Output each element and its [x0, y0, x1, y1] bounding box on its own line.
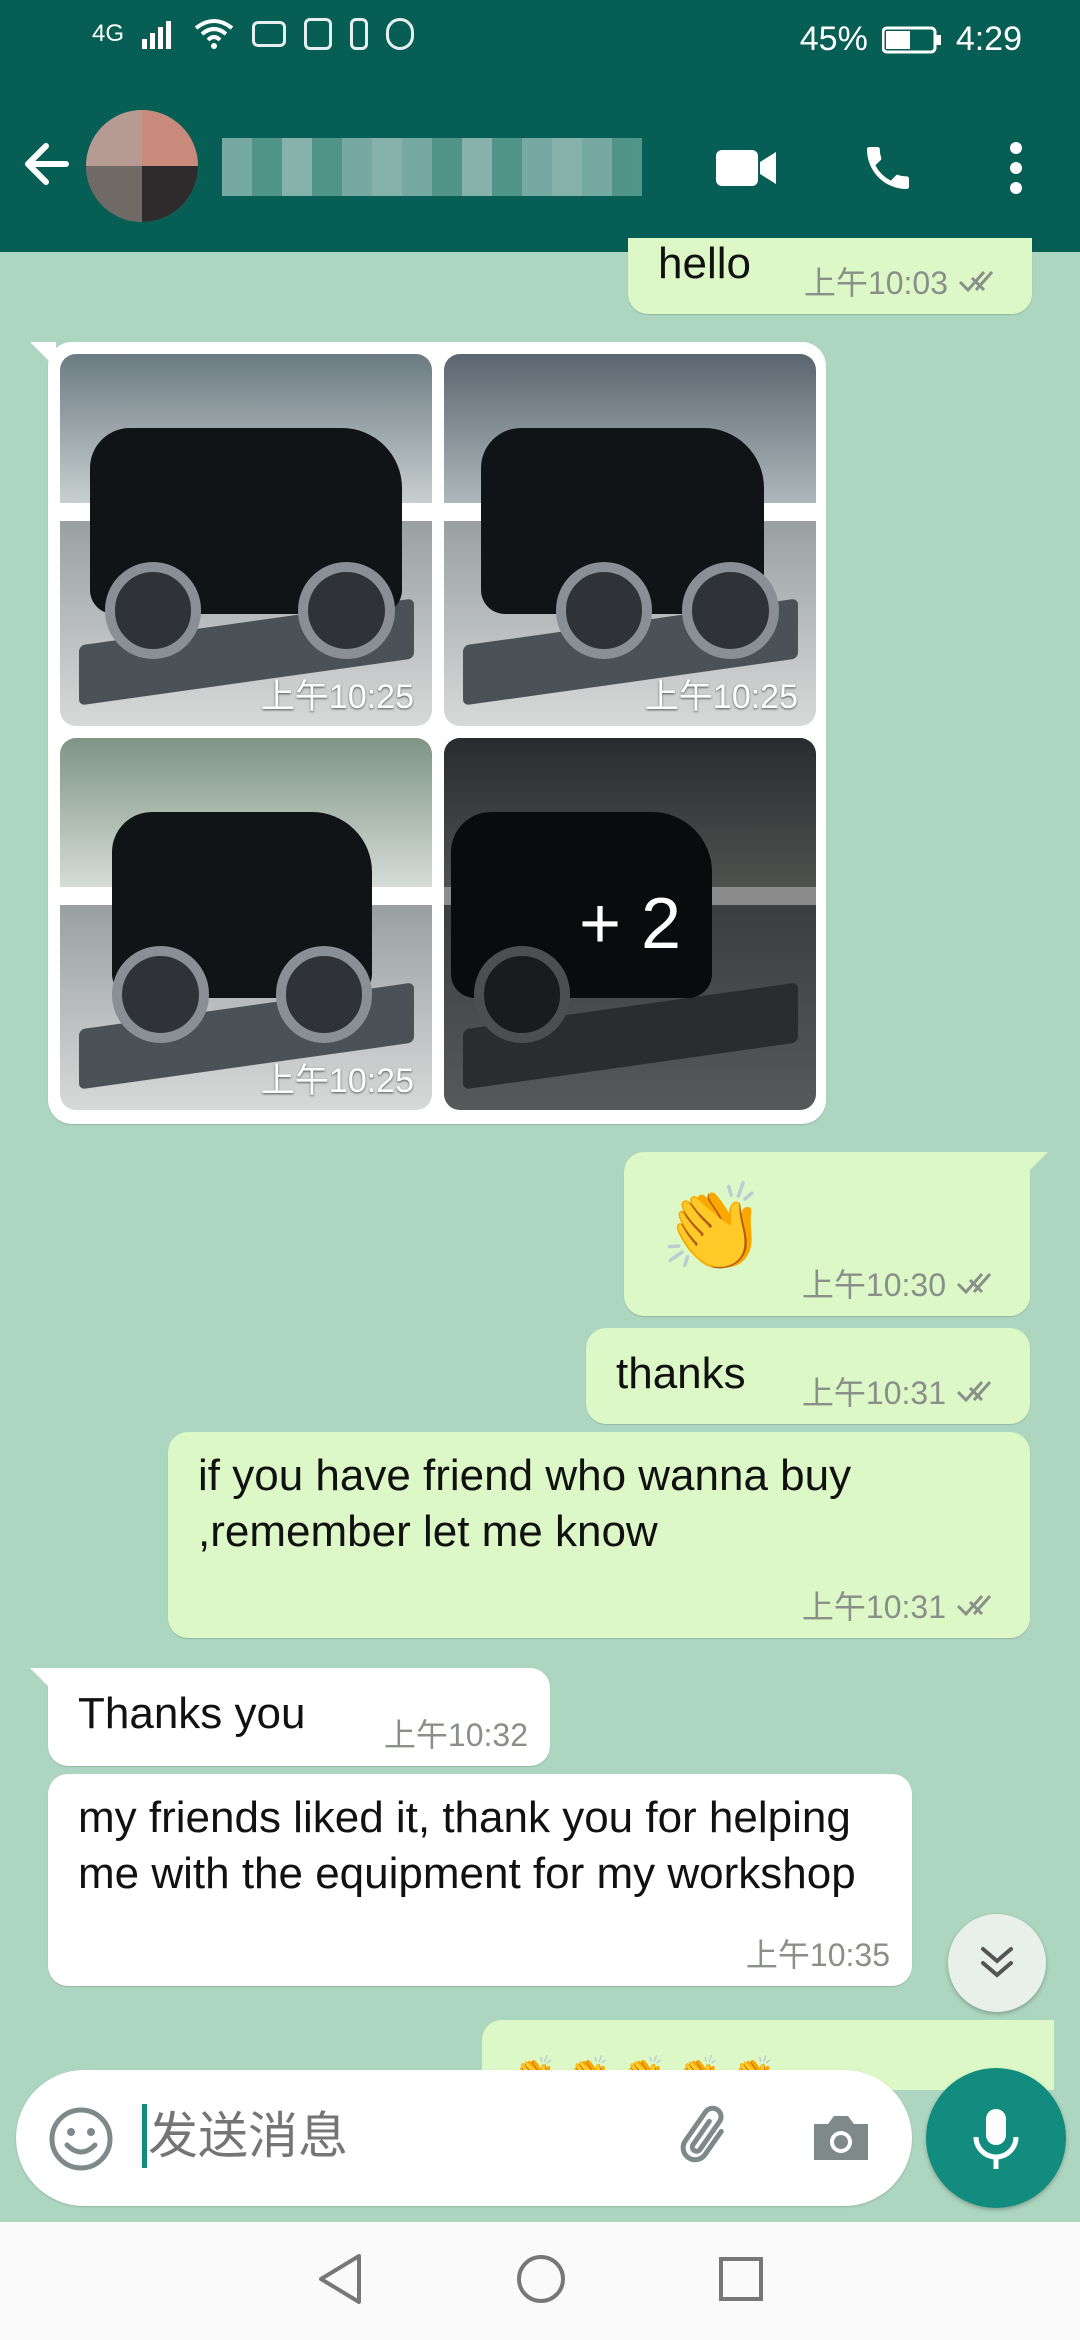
battery-icon [881, 26, 941, 53]
app-notify-icon [304, 18, 333, 50]
photo-time: 上午10:25 [260, 1062, 414, 1100]
message-outgoing[interactable]: hello 上午10:03 [628, 238, 1032, 314]
message-meta: 上午10:35 [746, 1930, 890, 1976]
phone-icon [867, 147, 909, 189]
voice-message-button[interactable] [926, 2068, 1066, 2208]
contact-name-pixelated[interactable] [222, 138, 642, 196]
screen-icon [252, 21, 287, 47]
voice-call-button[interactable] [848, 128, 928, 208]
photo-time: 上午10:25 [260, 678, 414, 716]
camera-button[interactable] [804, 2100, 878, 2174]
message-meta: 上午10:03 [804, 258, 1010, 304]
back-button[interactable] [18, 134, 78, 194]
read-receipt-icon [956, 1273, 992, 1295]
attach-button[interactable] [670, 2100, 744, 2174]
clock: 4:29 [955, 20, 1022, 58]
message-meta: 上午10:31 [802, 1582, 1008, 1628]
photo-thumbnail[interactable]: 上午10:25 [444, 354, 816, 726]
emoji-icon [49, 2107, 113, 2171]
photo-thumbnail[interactable]: 上午10:25 [60, 738, 432, 1110]
battery-percent: 45% [799, 20, 868, 58]
photo-thumbnail[interactable]: 上午10:25 [60, 354, 432, 726]
camera-icon [814, 2116, 868, 2160]
contact-avatar[interactable] [86, 110, 198, 222]
message-text: Thanks you [78, 1689, 306, 1738]
more-options-button[interactable] [976, 128, 1056, 208]
mic-icon [973, 2109, 1019, 2169]
message-text: my friends liked it, thank you for helpi… [78, 1793, 856, 1898]
nav-recents-button[interactable] [717, 2255, 765, 2308]
scroll-to-bottom-button[interactable] [948, 1914, 1046, 2012]
message-input[interactable] [146, 2100, 650, 2172]
video-call-icon [716, 150, 776, 186]
back-arrow-icon [25, 143, 69, 185]
recent-square-icon [719, 2256, 763, 2301]
message-time: 上午10:32 [383, 1717, 528, 1753]
attach-icon [680, 2105, 724, 2163]
nav-back-button[interactable] [315, 2252, 365, 2311]
message-time: 上午10:30 [801, 1267, 946, 1303]
message-outgoing[interactable]: 👏 上午10:30 [624, 1152, 1048, 1316]
signal-icon [142, 21, 172, 49]
back-triangle-icon [319, 2253, 361, 2304]
message-composer[interactable] [16, 2070, 912, 2206]
video-call-button[interactable] [706, 128, 786, 208]
double-chevron-down-icon [981, 1947, 1013, 1978]
message-text: if you have friend who wanna buy ,rememb… [198, 1451, 852, 1556]
message-text: hello [658, 239, 751, 288]
bubble-tail [30, 1668, 56, 1694]
message-time: 上午10:35 [745, 1937, 890, 1973]
message-text: thanks [616, 1349, 746, 1398]
wifi-icon [194, 19, 234, 49]
home-circle-icon [517, 2254, 565, 2303]
photo-thumbnail-more[interactable]: + 2 [444, 738, 816, 1110]
read-receipt-icon [956, 1595, 992, 1617]
message-incoming[interactable]: my friends liked it, thank you for helpi… [48, 1774, 912, 1986]
status-bar: 4G 45% 4:29 [0, 0, 1080, 84]
battery-alert-icon [350, 18, 369, 50]
bubble-tail [30, 342, 56, 368]
message-time: 上午10:03 [803, 265, 948, 301]
read-receipt-icon [958, 271, 994, 293]
message-incoming[interactable]: Thanks you 上午10:32 [30, 1668, 550, 1766]
message-time: 上午10:31 [801, 1589, 946, 1625]
message-meta: 上午10:32 [384, 1710, 528, 1756]
message-emoji: 👏 [660, 1180, 768, 1276]
browser-notify-icon [386, 18, 415, 50]
more-photos-count: + 2 [444, 738, 816, 1110]
message-outgoing[interactable]: thanks 上午10:31 [586, 1328, 1030, 1424]
message-meta: 上午10:30 [802, 1260, 1008, 1306]
message-meta: 上午10:31 [802, 1368, 1008, 1414]
photo-time: 上午10:25 [644, 678, 798, 716]
message-outgoing[interactable]: if you have friend who wanna buy ,rememb… [168, 1432, 1030, 1638]
emoji-button[interactable] [46, 2104, 116, 2174]
message-time: 上午10:31 [801, 1375, 946, 1411]
read-receipt-icon [956, 1381, 992, 1403]
chat-header [0, 84, 1080, 252]
more-vert-icon [1010, 142, 1022, 194]
system-nav-bar [0, 2222, 1080, 2340]
media-grid-message[interactable]: 上午10:25 上午10:25 上午10:25 + 2 [30, 342, 826, 1124]
bubble-tail [1022, 1152, 1048, 1178]
network-type: 4G [92, 20, 125, 47]
nav-home-button[interactable] [515, 2253, 567, 2310]
